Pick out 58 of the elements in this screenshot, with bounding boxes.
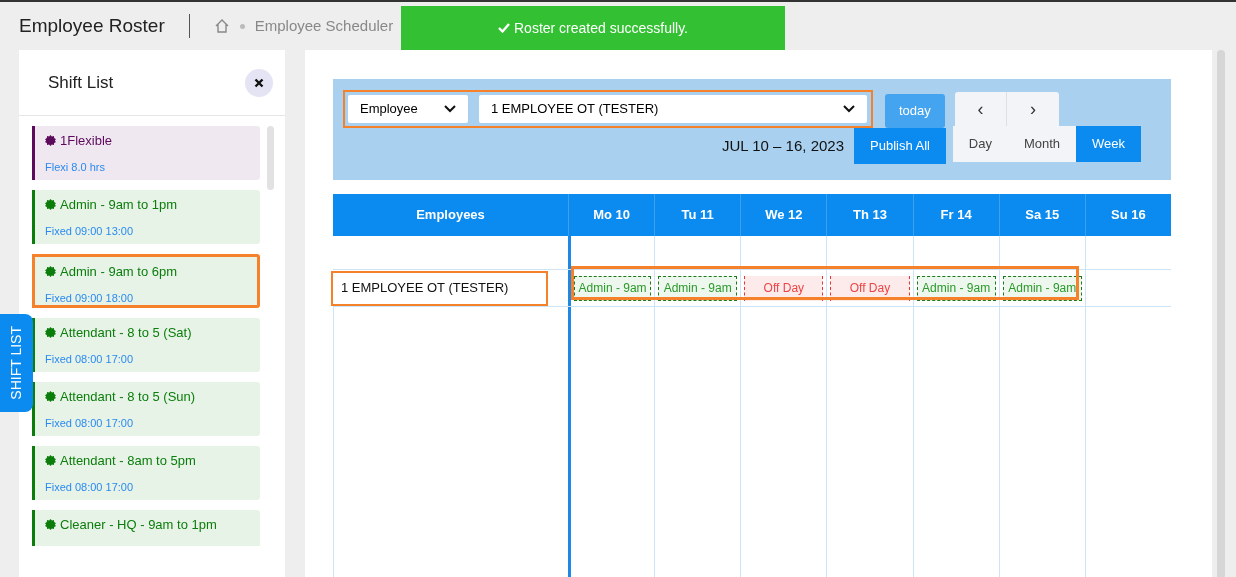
- scrollbar-thumb[interactable]: [267, 126, 274, 190]
- shift-card[interactable]: Admin - 9am to 1pm Fixed 09:00 13:00: [32, 190, 260, 244]
- column-header: Th 13: [826, 194, 913, 236]
- publish-all-button[interactable]: Publish All: [854, 128, 946, 164]
- breadcrumb-link[interactable]: Employee Scheduler: [254, 14, 394, 38]
- shift-card[interactable]: Cleaner - HQ - 9am to 1pm: [32, 510, 260, 546]
- shift-name: Admin - 9am to 6pm: [60, 263, 178, 281]
- shift-name: 1Flexible: [60, 132, 113, 150]
- date-range: JUL 10 – 16, 2023: [721, 135, 844, 156]
- badge-icon: [45, 266, 56, 278]
- column-header: Sa 15: [998, 194, 1085, 236]
- close-icon: [254, 77, 264, 88]
- shift-name: Attendant - 8 to 5 (Sun): [60, 388, 196, 406]
- today-button[interactable]: today: [885, 94, 945, 128]
- page-title: Employee Roster: [19, 13, 165, 38]
- badge-icon: [45, 455, 56, 467]
- badge-icon: [45, 327, 56, 339]
- chevron-down-icon: [843, 105, 855, 113]
- column-header: Mo 10: [568, 194, 655, 236]
- check-icon: [498, 23, 510, 33]
- home-icon[interactable]: [213, 18, 230, 34]
- shift-name: Admin - 9am to 1pm: [60, 196, 178, 214]
- shift-list-tab[interactable]: SHIFT LIST: [0, 314, 33, 412]
- badge-icon: [45, 135, 56, 147]
- next-button[interactable]: ›: [1007, 92, 1059, 126]
- shift-name: Cleaner - HQ - 9am to 1pm: [60, 516, 217, 534]
- shift-detail: Fixed 08:00 17:00: [45, 479, 135, 495]
- shift-card[interactable]: 1Flexible Flexi 8.0 hrs: [32, 126, 260, 180]
- view-tab[interactable]: Month: [1007, 126, 1077, 162]
- shift-name: Attendant - 8 to 5 (Sat): [60, 324, 192, 342]
- view-tab[interactable]: Week: [1076, 126, 1142, 162]
- badge-icon: [45, 391, 56, 403]
- employee-name: 1 EMPLOYEE OT (TESTER): [333, 272, 546, 304]
- toast-message: Roster created successfully.: [514, 18, 688, 38]
- employee-select[interactable]: 1 EMPLOYEE OT (TESTER): [479, 95, 867, 123]
- column-header: Employees: [415, 206, 486, 225]
- column-header: Tu 11: [654, 194, 741, 236]
- badge-icon: [45, 199, 56, 211]
- page-scrollbar[interactable]: [1217, 50, 1225, 577]
- shift-card[interactable]: Admin - 9am to 6pm Fixed 09:00 18:00: [32, 254, 260, 308]
- filter-select[interactable]: Employee: [348, 95, 468, 123]
- shift-card[interactable]: Attendant - 8am to 5pm Fixed 08:00 17:00: [32, 446, 260, 500]
- view-tab[interactable]: Day: [952, 126, 1008, 162]
- shift-card[interactable]: Attendant - 8 to 5 (Sun) Fixed 08:00 17:00: [32, 382, 260, 436]
- shift-name: Attendant - 8am to 5pm: [60, 452, 196, 470]
- chevron-down-icon: [444, 105, 456, 113]
- panel-title: Shift List: [48, 71, 114, 94]
- close-button[interactable]: [245, 68, 273, 97]
- shift-detail: Fixed 08:00 17:00: [45, 415, 135, 431]
- column-header: Su 16: [1084, 194, 1171, 236]
- shift-detail: Fixed 08:00 17:00: [45, 351, 135, 367]
- shift-detail: Fixed 09:00 18:00: [45, 290, 135, 306]
- shift-card[interactable]: Attendant - 8 to 5 (Sat) Fixed 08:00 17:00: [32, 318, 260, 372]
- badge-icon: [45, 519, 56, 531]
- shift-detail: Fixed 09:00 13:00: [45, 223, 135, 239]
- shift-detail: Flexi 8.0 hrs: [45, 159, 106, 175]
- column-header: We 12: [740, 194, 827, 236]
- column-header: Fr 14: [912, 194, 999, 236]
